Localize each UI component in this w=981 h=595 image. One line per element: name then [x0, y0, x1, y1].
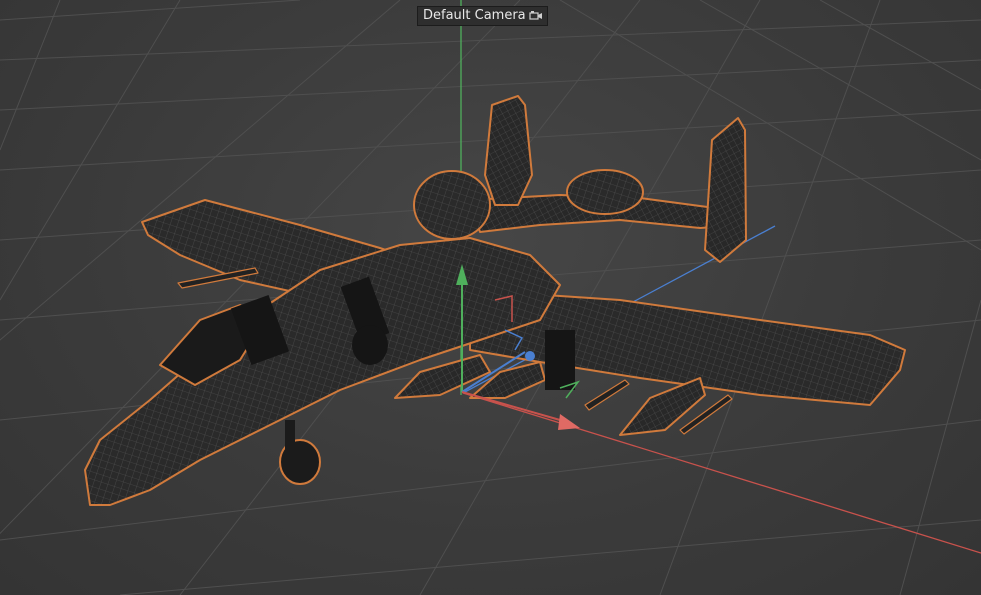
right-vertical-tail[interactable] — [704, 117, 747, 263]
gizmo-z-knob[interactable] — [525, 351, 535, 361]
3d-viewport[interactable]: Default Camera — [0, 0, 981, 595]
left-engine[interactable] — [413, 170, 491, 240]
x-axis-line — [462, 392, 981, 554]
right-engine[interactable] — [566, 169, 644, 215]
gizmo-x-arrow[interactable] — [558, 414, 580, 430]
camera-icon — [529, 11, 542, 20]
camera-label-text: Default Camera — [423, 8, 526, 23]
left-vertical-tail[interactable] — [484, 95, 533, 206]
camera-label[interactable]: Default Camera — [417, 6, 548, 26]
viewport-scene[interactable] — [0, 0, 981, 595]
missile-right-1[interactable] — [584, 379, 630, 411]
